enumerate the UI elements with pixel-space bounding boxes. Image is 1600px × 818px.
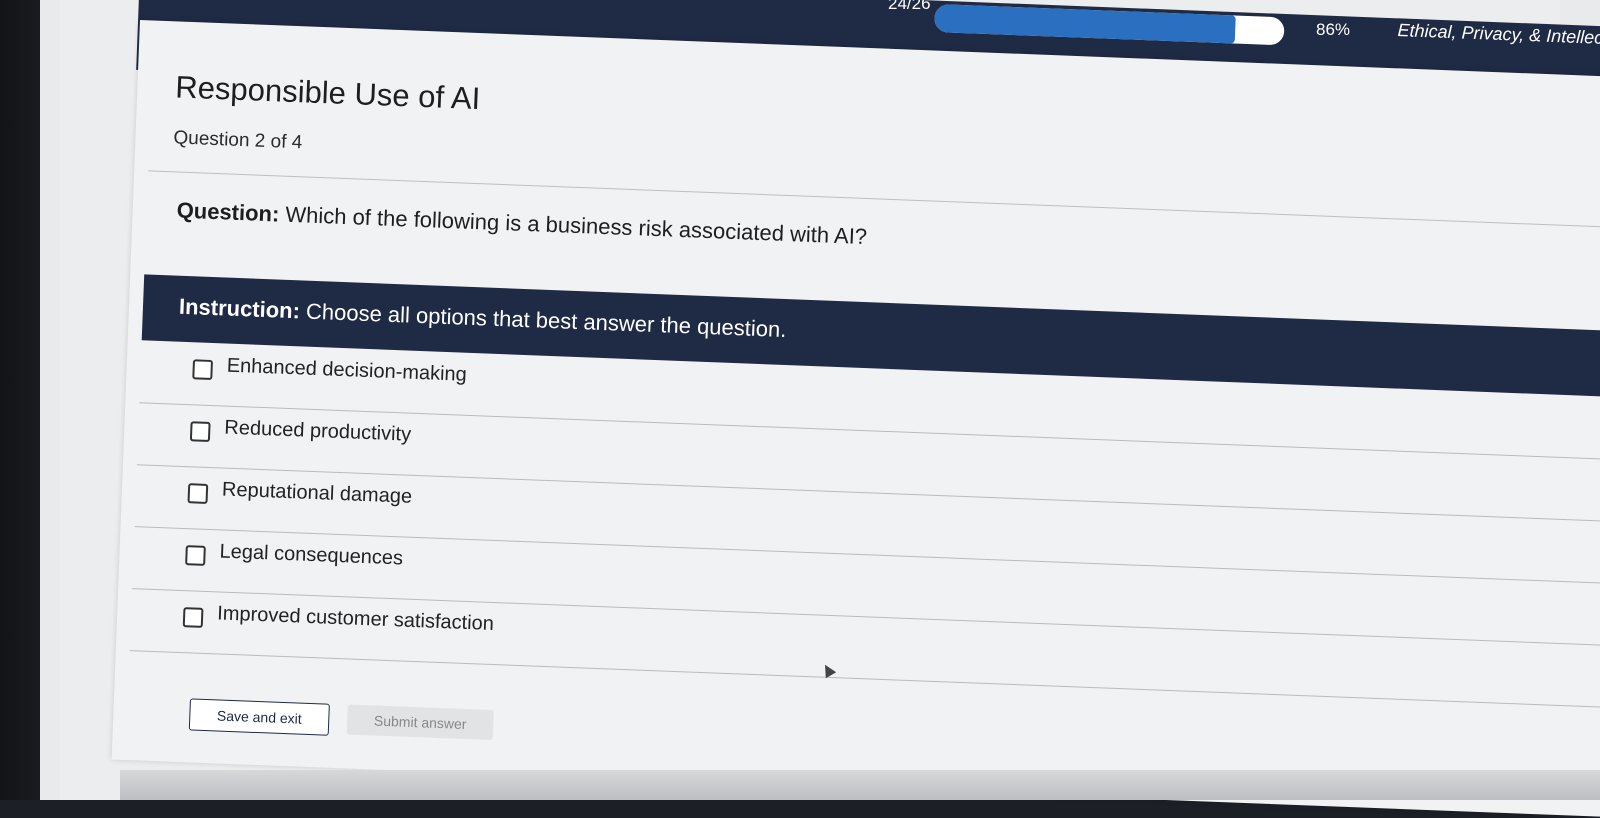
instruction: Instruction: Choose all options that bes… xyxy=(179,294,787,343)
checkbox[interactable] xyxy=(182,607,204,628)
save-and-exit-button[interactable]: Save and exit xyxy=(188,698,330,736)
page-title: Responsible Use of AI xyxy=(174,69,481,117)
progress-percent: 86% xyxy=(1316,20,1351,39)
quiz-card: Responsible Use of AI Question 2 of 4 Qu… xyxy=(111,20,1600,818)
option-label: Enhanced decision-making xyxy=(226,354,468,386)
submit-answer-button[interactable]: Submit answer xyxy=(346,704,494,741)
checkbox[interactable] xyxy=(189,421,211,442)
checkbox[interactable] xyxy=(187,483,209,504)
option-label: Improved customer satisfaction xyxy=(216,602,495,636)
option-label: Reduced productivity xyxy=(223,416,412,446)
option-label: Legal consequences xyxy=(219,540,404,570)
question-counter: Question 2 of 4 xyxy=(173,127,303,154)
monitor-bottom-edge xyxy=(120,770,1600,800)
option-label: Reputational damage xyxy=(221,478,413,508)
instruction-label: Instruction: xyxy=(178,293,301,324)
question-text: Which of the following is a business ris… xyxy=(278,201,868,250)
progress-count: 24/26 xyxy=(888,0,931,13)
checkbox[interactable] xyxy=(185,545,206,566)
checkbox[interactable] xyxy=(192,359,213,381)
instruction-text: Choose all options that best answer the … xyxy=(299,298,787,343)
question-prompt: Question: Which of the following is a bu… xyxy=(176,198,867,251)
question-label: Question: xyxy=(176,197,280,227)
